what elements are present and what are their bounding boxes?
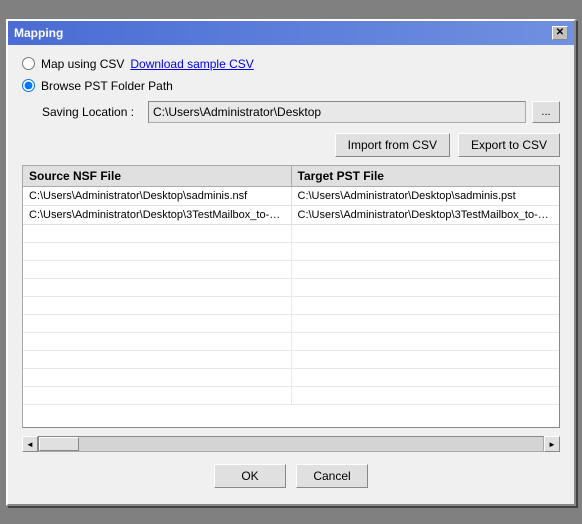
import-export-row: Import from CSV Export to CSV (22, 133, 560, 157)
dialog-title: Mapping (14, 26, 63, 40)
table-header: Source NSF File Target PST File (23, 166, 559, 187)
ok-button[interactable]: OK (214, 464, 286, 488)
map-using-csv-radio[interactable] (22, 57, 35, 70)
empty-row (23, 261, 559, 279)
close-button[interactable]: ✕ (552, 26, 568, 40)
target-cell: C:\Users\Administrator\Desktop\3TestMail… (292, 206, 560, 224)
empty-row (23, 225, 559, 243)
empty-row (23, 387, 559, 405)
col-target-header: Target PST File (292, 166, 560, 186)
empty-row (23, 279, 559, 297)
target-cell: C:\Users\Administrator\Desktop\sadminis.… (292, 187, 560, 205)
scroll-right-arrow[interactable]: ► (544, 436, 560, 452)
export-to-csv-button[interactable]: Export to CSV (458, 133, 560, 157)
cancel-button[interactable]: Cancel (296, 464, 368, 488)
source-cell: C:\Users\Administrator\Desktop\3TestMail… (23, 206, 292, 224)
saving-location-input[interactable] (148, 101, 526, 123)
table-body[interactable]: C:\Users\Administrator\Desktop\sadminis.… (23, 187, 559, 427)
bottom-buttons: OK Cancel (22, 464, 560, 492)
dialog-body: Map using CSV Download sample CSV Browse… (8, 45, 574, 504)
empty-row (23, 315, 559, 333)
col-source-header: Source NSF File (23, 166, 292, 186)
browse-pst-radio[interactable] (22, 79, 35, 92)
empty-row (23, 333, 559, 351)
horizontal-scrollbar: ◄ ► (22, 436, 560, 452)
scroll-track[interactable] (38, 436, 544, 452)
empty-row (23, 243, 559, 261)
csv-option-row: Map using CSV Download sample CSV (22, 57, 560, 71)
map-using-csv-label[interactable]: Map using CSV (41, 57, 124, 71)
empty-row (23, 351, 559, 369)
import-from-csv-button[interactable]: Import from CSV (335, 133, 450, 157)
empty-row (23, 297, 559, 315)
saving-location-label: Saving Location : (42, 105, 142, 119)
saving-location-row: Saving Location : ... (42, 101, 560, 123)
browse-section: Browse PST Folder Path Saving Location :… (22, 79, 560, 123)
browse-button[interactable]: ... (532, 101, 560, 123)
table-row[interactable]: C:\Users\Administrator\Desktop\3TestMail… (23, 206, 559, 225)
scroll-thumb[interactable] (39, 437, 79, 451)
source-cell: C:\Users\Administrator\Desktop\sadminis.… (23, 187, 292, 205)
browse-pst-label[interactable]: Browse PST Folder Path (41, 79, 173, 93)
title-bar: Mapping ✕ (8, 21, 574, 45)
table-row[interactable]: C:\Users\Administrator\Desktop\sadminis.… (23, 187, 559, 206)
download-sample-csv-link[interactable]: Download sample CSV (130, 57, 253, 71)
browse-option-row: Browse PST Folder Path (22, 79, 560, 93)
mapping-table: Source NSF File Target PST File C:\Users… (22, 165, 560, 428)
empty-row (23, 369, 559, 387)
mapping-dialog: Mapping ✕ Map using CSV Download sample … (6, 19, 576, 506)
scroll-left-arrow[interactable]: ◄ (22, 436, 38, 452)
